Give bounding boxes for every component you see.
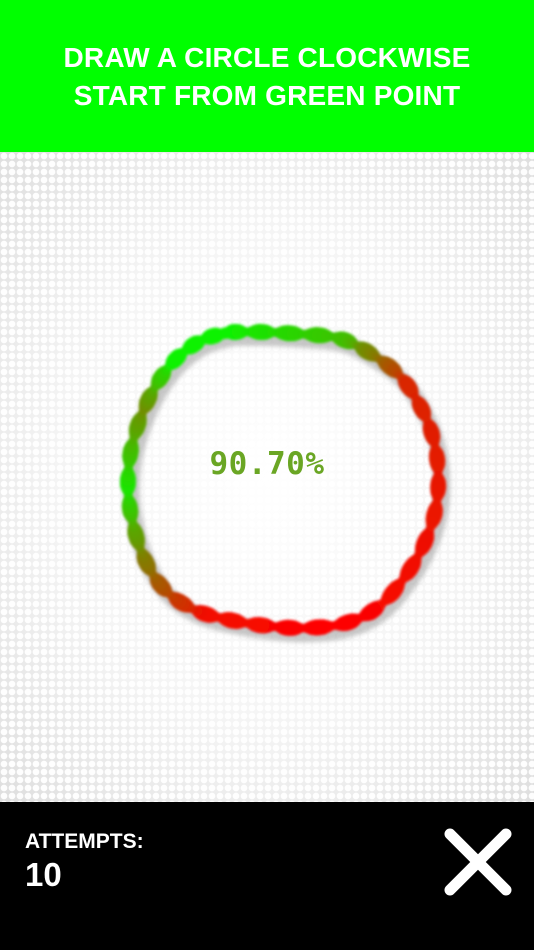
attempts-label: ATTEMPTS: [25,830,144,853]
accuracy-score: 90.70% [209,446,325,482]
close-x-icon [444,828,512,896]
drawing-board[interactable]: 90.70% [0,152,534,802]
instruction-line-1: DRAW A CIRCLE CLOCKWISE [63,42,471,73]
instruction-banner: DRAW A CIRCLE CLOCKWISE START FROM GREEN… [0,0,534,152]
instruction-line-2: START FROM GREEN POINT [73,80,461,111]
bottom-bar: ATTEMPTS: 10 [0,802,534,950]
game-screen: DRAW A CIRCLE CLOCKWISE START FROM GREEN… [0,0,534,950]
close-button[interactable] [440,824,516,900]
attempts-count: 10 [25,856,62,893]
